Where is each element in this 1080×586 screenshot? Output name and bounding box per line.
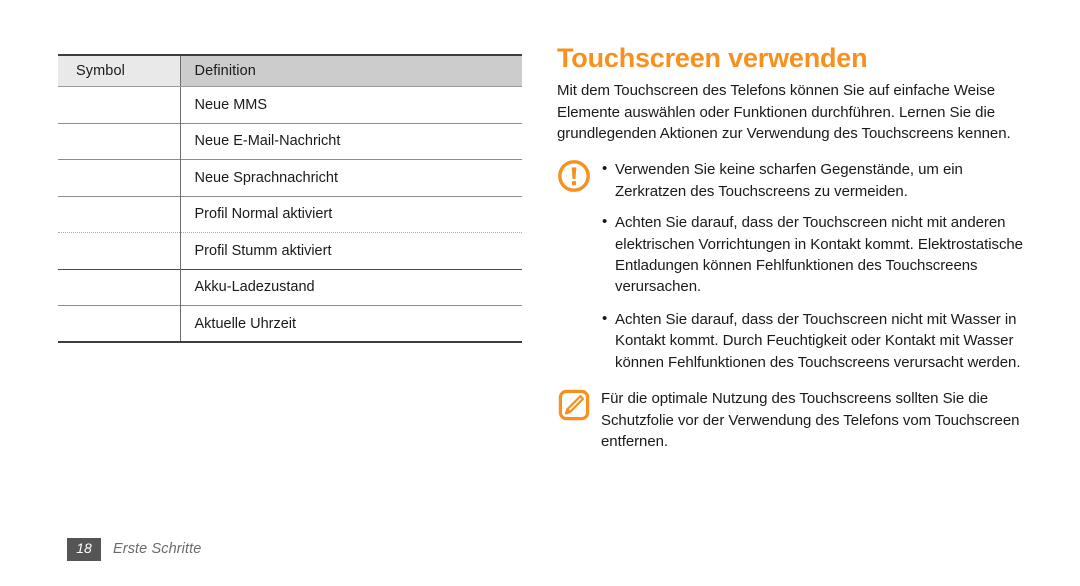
definition-cell: Aktuelle Uhrzeit bbox=[179, 305, 522, 343]
list-item: Achten Sie darauf, dass der Touchscreen … bbox=[601, 308, 1023, 373]
symbol-cell bbox=[58, 232, 180, 269]
list-item: Achten Sie darauf, dass der Touchscreen … bbox=[601, 211, 1023, 298]
symbol-cell bbox=[58, 268, 180, 306]
table-row: Akku-Ladezustand bbox=[58, 268, 522, 306]
note-body: Für die optimale Nutzung des Touchscreen… bbox=[601, 387, 1023, 452]
warning-exclamation-icon bbox=[557, 159, 591, 193]
definition-cell: Neue E-Mail-Nachricht bbox=[179, 122, 522, 160]
symbol-cell bbox=[58, 122, 180, 160]
table-row: Aktuelle Uhrzeit bbox=[58, 305, 522, 343]
definition-cell: Profil Stumm aktiviert bbox=[179, 232, 522, 269]
warning-body: Verwenden Sie keine scharfen Gegenstände… bbox=[601, 158, 1023, 298]
table-row: Neue E-Mail-Nachricht bbox=[58, 122, 522, 160]
table-row: Profil Normal aktiviert bbox=[58, 195, 522, 233]
symbol-definition-table: Symbol Definition Neue MMS Neue E-Mail-N… bbox=[58, 54, 522, 343]
definition-cell: Akku-Ladezustand bbox=[179, 268, 522, 306]
note-text: Für die optimale Nutzung des Touchscreen… bbox=[601, 390, 1020, 451]
warning-bullet-list-continued: Achten Sie darauf, dass der Touchscreen … bbox=[601, 308, 1023, 373]
warning-bullet-list: Verwenden Sie keine scharfen Gegenstände… bbox=[601, 158, 1023, 298]
list-item: Verwenden Sie keine scharfen Gegenstände… bbox=[601, 158, 1023, 202]
note-pencil-icon bbox=[557, 388, 591, 422]
table-row: Neue MMS bbox=[58, 86, 522, 124]
symbol-cell bbox=[58, 87, 180, 124]
article-column: Touchscreen verwenden Mit dem Touchscree… bbox=[557, 44, 1023, 452]
symbol-cell bbox=[58, 159, 180, 196]
column-header-definition: Definition bbox=[179, 54, 522, 87]
symbol-cell bbox=[58, 305, 180, 343]
table-body: Neue MMS Neue E-Mail-Nachricht Neue Spra… bbox=[58, 86, 522, 343]
page-footer: 18 Erste Schritte bbox=[67, 538, 201, 561]
table-row: Profil Stumm aktiviert bbox=[58, 232, 522, 269]
page-title: Touchscreen verwenden bbox=[557, 43, 868, 73]
page-number-badge: 18 bbox=[67, 538, 101, 561]
definition-cell: Profil Normal aktiviert bbox=[179, 195, 522, 233]
definition-cell: Neue MMS bbox=[179, 86, 522, 123]
table-row: Neue Sprachnachricht bbox=[58, 159, 522, 196]
warning-callout-continued: Achten Sie darauf, dass der Touchscreen … bbox=[601, 308, 1023, 373]
note-callout: Für die optimale Nutzung des Touchscreen… bbox=[557, 387, 1023, 452]
intro-paragraph: Mit dem Touchscreen des Telefons können … bbox=[557, 82, 1011, 142]
footer-section-label: Erste Schritte bbox=[113, 541, 202, 558]
warning-callout: Verwenden Sie keine scharfen Gegenstände… bbox=[557, 158, 1023, 298]
symbol-cell bbox=[58, 195, 180, 233]
definition-cell: Neue Sprachnachricht bbox=[179, 159, 522, 196]
column-header-symbol: Symbol bbox=[58, 54, 180, 87]
document-page: Symbol Definition Neue MMS Neue E-Mail-N… bbox=[0, 0, 1080, 586]
table-header-row: Symbol Definition bbox=[58, 54, 522, 87]
table-header: Symbol Definition bbox=[58, 54, 522, 87]
